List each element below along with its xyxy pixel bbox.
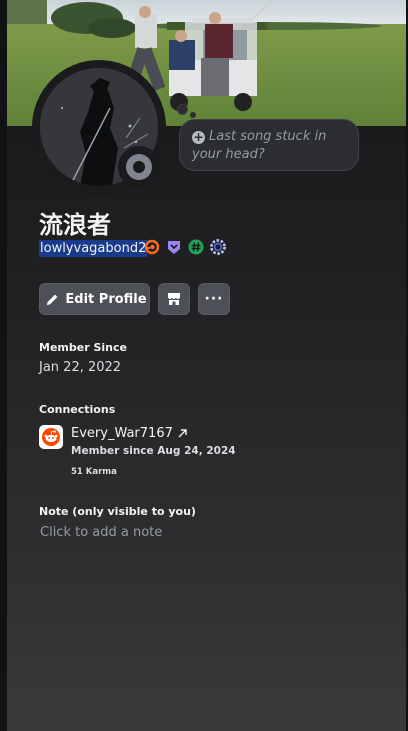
nitro-boost-icon[interactable]	[144, 239, 160, 255]
connection-name: Every_War7167	[71, 426, 173, 441]
display-name: 流浪者	[39, 211, 111, 239]
more-options-button[interactable]: ···	[198, 283, 230, 315]
profile-panel: + Last song stuck in your head? 流浪者 lowly…	[7, 0, 406, 731]
window-edge-left	[0, 0, 7, 731]
shop-button[interactable]	[158, 283, 190, 315]
connection-member-since: Member since Aug 24, 2024	[71, 445, 236, 457]
bubble-tail-small	[190, 112, 196, 118]
edit-profile-button[interactable]: Edit Profile	[39, 283, 150, 315]
quest-icon[interactable]	[210, 239, 226, 255]
username[interactable]: lowlyvagabond2	[39, 240, 148, 257]
badge-list	[144, 239, 226, 255]
custom-status-placeholder: Last song stuck in your head?	[192, 129, 327, 162]
note-heading: Note (only visible to you)	[39, 505, 196, 518]
shop-icon	[168, 293, 180, 305]
member-since-date: Jan 22, 2022	[39, 360, 122, 375]
reddit-icon	[39, 425, 63, 449]
add-icon: +	[192, 130, 205, 144]
member-since-heading: Member Since	[39, 341, 127, 354]
active-developer-icon[interactable]	[188, 239, 204, 255]
custom-status-bubble[interactable]: + Last song stuck in your head?	[179, 119, 359, 171]
offline-status-icon	[126, 154, 152, 180]
connections-heading: Connections	[39, 403, 116, 416]
pencil-icon	[47, 294, 58, 305]
edit-profile-label: Edit Profile	[65, 291, 147, 307]
hypesquad-icon[interactable]	[166, 239, 182, 255]
connection-karma: 51 Karma	[71, 467, 117, 477]
note-input[interactable]: Click to add a note	[40, 525, 162, 540]
bubble-tail-large	[177, 104, 188, 115]
external-link-icon	[178, 429, 187, 438]
connection-link[interactable]: Every_War7167	[71, 426, 188, 441]
